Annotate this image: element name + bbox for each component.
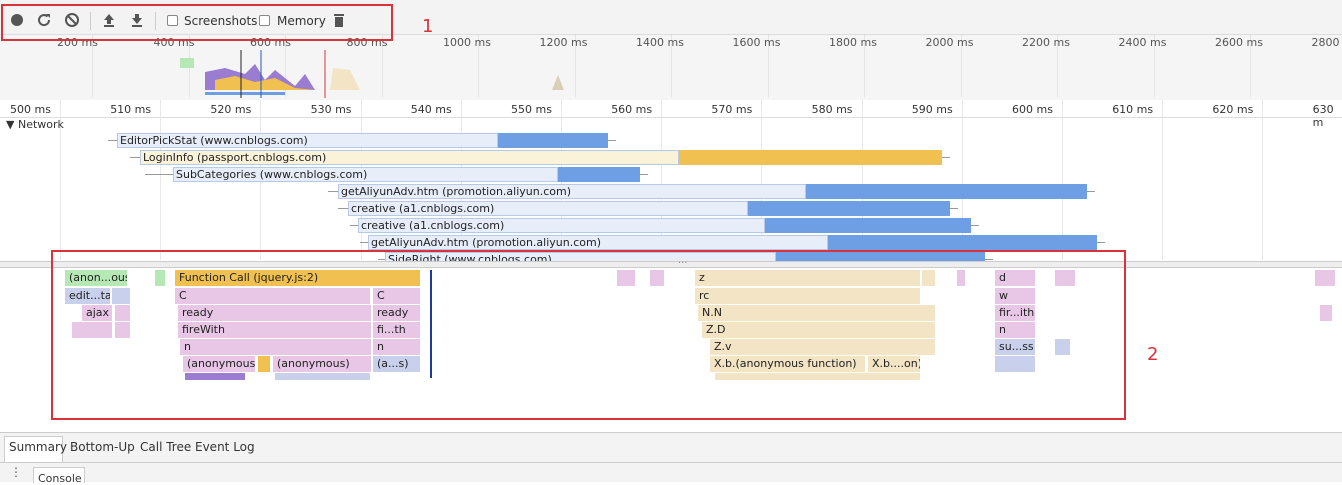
overview-tick-label: 2000 ms: [925, 36, 974, 49]
annotation-label-1: 1: [422, 16, 434, 37]
tab-event-log[interactable]: Event Log: [195, 440, 255, 454]
ruler-tick-label: 600 ms: [1012, 103, 1053, 116]
ruler-tick-label: 520 ms: [210, 103, 252, 116]
drawer-bar: ⋮ Console: [0, 462, 1342, 485]
annotation-box-1: [1, 4, 393, 41]
ruler-tick-label: 620 ms: [1212, 103, 1254, 116]
ruler-tick-label: 560 ms: [611, 103, 653, 116]
overview-tick-label: 1600 ms: [732, 36, 781, 49]
overview-activity-chart: [180, 50, 360, 98]
ruler-tick-label: 610 ms: [1112, 103, 1154, 116]
request-label: SubCategories (www.cnblogs.com): [176, 168, 368, 181]
overview-tick-label: 2600 ms: [1215, 36, 1263, 49]
ruler-tick-label: 540 ms: [410, 103, 452, 116]
overview-tick-label: 1800 ms: [829, 36, 877, 49]
request-label: creative (a1.cnblogs.com): [361, 219, 505, 232]
ruler-tick-label: 500 ms: [10, 103, 51, 116]
overview-spike: [552, 75, 564, 90]
request-label: getAliyunAdv.htm (promotion.aliyun.com): [341, 185, 572, 198]
request-download-bar: [806, 184, 1087, 199]
overview-tick-label: 1000 ms: [443, 36, 491, 49]
network-request-row[interactable]: LoginInfo (passport.cnblogs.com): [0, 150, 1342, 165]
request-label: LoginInfo (passport.cnblogs.com): [143, 151, 327, 164]
request-label: creative (a1.cnblogs.com): [351, 202, 495, 215]
network-request-row[interactable]: SubCategories (www.cnblogs.com): [0, 167, 1342, 182]
ruler-tick-label: 510 ms: [110, 103, 152, 116]
request-download-bar: [765, 218, 971, 233]
annotation-box-2: [51, 250, 1126, 420]
flame-entry[interactable]: [1320, 305, 1332, 321]
drawer-menu-icon[interactable]: ⋮: [10, 465, 22, 479]
tab-call-tree[interactable]: Call Tree: [140, 440, 191, 454]
request-download-bar: [828, 235, 1097, 250]
overview-tick-label: 1200 ms: [539, 36, 588, 49]
overview-tick-label: 2800: [1311, 36, 1340, 49]
network-label: Network: [17, 118, 64, 131]
ruler-tick-label: 630 m: [1312, 103, 1334, 129]
tab-bottom-up[interactable]: Bottom-Up: [70, 440, 135, 454]
request-label: EditorPickStat (www.cnblogs.com): [120, 134, 308, 147]
request-download-bar: [498, 133, 608, 148]
flame-entry[interactable]: [1315, 270, 1335, 286]
request-download-bar: [558, 167, 640, 182]
request-download-bar: [679, 150, 942, 165]
overview-tick-label: 2200 ms: [1022, 36, 1070, 49]
overview-tick-label: 1400 ms: [636, 36, 684, 49]
ruler-tick-label: 570 ms: [711, 103, 753, 116]
request-download-bar: [748, 201, 950, 216]
collapse-triangle-icon: ▼: [6, 118, 18, 131]
network-request-row[interactable]: creative (a1.cnblogs.com): [0, 218, 1342, 233]
ruler-tick-label: 580 ms: [811, 103, 853, 116]
network-request-row[interactable]: getAliyunAdv.htm (promotion.aliyun.com): [0, 235, 1342, 250]
ruler-tick-label: 530 ms: [310, 103, 352, 116]
tab-console[interactable]: Console: [33, 467, 85, 485]
network-request-row[interactable]: EditorPickStat (www.cnblogs.com): [0, 133, 1342, 148]
network-request-row[interactable]: getAliyunAdv.htm (promotion.aliyun.com): [0, 184, 1342, 199]
tab-summary[interactable]: Summary: [9, 440, 67, 454]
console-label: Console: [38, 472, 82, 485]
annotation-label-2: 2: [1147, 344, 1159, 365]
network-track-header[interactable]: ▼ Network: [6, 118, 64, 131]
request-label: getAliyunAdv.htm (promotion.aliyun.com): [371, 236, 602, 249]
ruler-tick-label: 590 ms: [911, 103, 953, 116]
overview-tick-label: 2400 ms: [1118, 36, 1167, 49]
network-request-row[interactable]: creative (a1.cnblogs.com): [0, 201, 1342, 216]
ruler-tick-label: 550 ms: [511, 103, 552, 116]
